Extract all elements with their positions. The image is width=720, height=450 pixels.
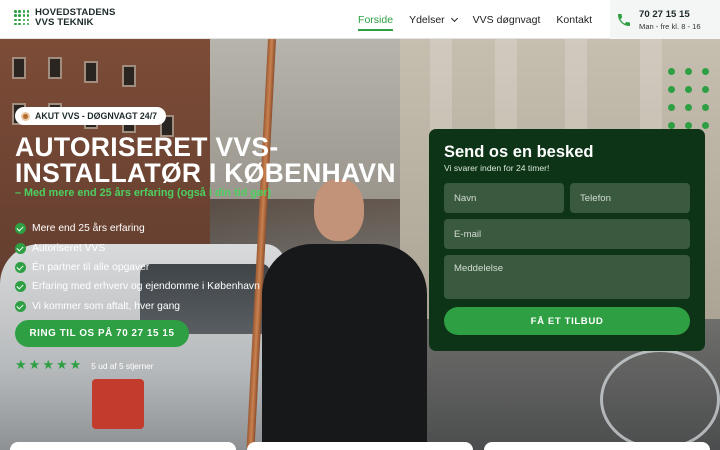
service-card[interactable] — [10, 442, 236, 450]
hero-van-light — [92, 379, 144, 429]
emergency-badge: AKUT VVS - DØGNVAGT 24/7 — [15, 107, 167, 125]
message-field-placeholder: Meddelelse — [454, 263, 504, 274]
phone-field[interactable]: Telefon — [570, 183, 690, 213]
feature-item: Én partner til alle opgaver — [15, 258, 260, 277]
nav-forside[interactable]: Forside — [350, 0, 401, 39]
feature-item: Erfaring med erhverv og ejendomme i Købe… — [15, 277, 260, 296]
phone-field-placeholder: Telefon — [580, 192, 611, 204]
nav-forside-label: Forside — [358, 13, 394, 26]
logo-text: HOVEDSTADENS VVS TEKNIK — [35, 8, 115, 28]
nav-kontakt-label: Kontakt — [556, 13, 592, 26]
feature-text: Mere end 25 års erfaring — [32, 223, 145, 235]
nav-kontakt[interactable]: Kontakt — [548, 0, 600, 39]
header-contact[interactable]: 70 27 15 15 Man - fre kl. 8 - 16 — [610, 0, 720, 39]
header-phone-number: 70 27 15 15 — [639, 8, 690, 20]
feature-text: Erfaring med erhverv og ejendomme i Købe… — [32, 281, 260, 293]
call-button[interactable]: RING TIL OS PÅ 70 27 15 15 — [15, 320, 189, 347]
email-field-placeholder: E-mail — [454, 228, 482, 240]
check-circle-icon — [15, 281, 26, 293]
pulse-dot-icon — [21, 111, 30, 121]
check-circle-icon — [15, 242, 26, 254]
name-field-placeholder: Navn — [454, 192, 477, 204]
feature-text: Vi kommer som aftalt, hver gang — [32, 300, 181, 312]
logo-line-2: VVS TEKNIK — [35, 17, 94, 28]
service-card[interactable] — [484, 442, 710, 450]
star-icon: ★ — [69, 358, 82, 373]
form-subtitle: Vi svarer inden for 24 timer! — [444, 163, 550, 173]
hero-person-body — [262, 244, 427, 450]
hero-subtitle: – Med mere end 25 års erfaring (også i d… — [15, 187, 272, 199]
feature-item: Vi kommer som aftalt, hver gang — [15, 297, 260, 316]
rating: ★ ★ ★ ★ ★ 5 ud af 5 stjerner — [15, 359, 154, 372]
hero-title: AUTORISERET VVS-INSTALLATØR I KØBENHAVN — [15, 132, 396, 188]
feature-text: Autoriseret VVS — [32, 242, 106, 254]
star-icon: ★ — [15, 358, 27, 373]
star-icon: ★ — [55, 358, 68, 373]
feature-list: Mere end 25 års erfaring Autoriseret VVS… — [15, 219, 260, 316]
submit-button[interactable]: FÅ ET TILBUD — [444, 307, 690, 335]
feature-item: Mere end 25 års erfaring — [15, 219, 260, 238]
rating-text: 5 ud af 5 stjerner — [91, 360, 154, 371]
logo[interactable]: HOVEDSTADENS VVS TEKNIK — [14, 8, 115, 28]
emergency-badge-text: AKUT VVS - DØGNVAGT 24/7 — [35, 111, 158, 121]
form-title: Send os en besked — [444, 143, 594, 161]
check-circle-icon — [15, 223, 26, 235]
hero-bicycle — [600, 349, 720, 450]
check-circle-icon — [15, 300, 26, 312]
header-opening-hours: Man - fre kl. 8 - 16 — [639, 21, 701, 31]
nav-vvs-dognvagt[interactable]: VVS døgnvagt — [465, 0, 549, 39]
nav-vvs-dognvagt-label: VVS døgnvagt — [472, 13, 541, 26]
email-field[interactable]: E-mail — [444, 219, 690, 249]
rating-stars: ★ ★ ★ ★ ★ — [15, 359, 81, 372]
message-field[interactable]: Meddelelse — [444, 255, 690, 299]
logo-icon — [14, 10, 30, 26]
site-header: HOVEDSTADENS VVS TEKNIK Forside Ydelser … — [0, 0, 720, 39]
feature-item: Autoriseret VVS — [15, 238, 260, 257]
name-field[interactable]: Navn — [444, 183, 564, 213]
contact-form: Send os en besked Vi svarer inden for 24… — [429, 129, 705, 351]
service-card[interactable] — [247, 442, 473, 450]
phone-icon — [618, 13, 630, 26]
star-icon: ★ — [28, 358, 41, 373]
star-icon: ★ — [42, 358, 54, 373]
decorative-dots — [668, 68, 709, 129]
nav-ydelser-label: Ydelser — [409, 13, 445, 26]
chevron-down-icon — [450, 14, 458, 22]
main-nav: Forside Ydelser VVS døgnvagt Kontakt — [350, 0, 600, 39]
nav-ydelser[interactable]: Ydelser — [401, 0, 465, 39]
feature-text: Én partner til alle opgaver — [32, 261, 150, 273]
check-circle-icon — [15, 261, 26, 273]
